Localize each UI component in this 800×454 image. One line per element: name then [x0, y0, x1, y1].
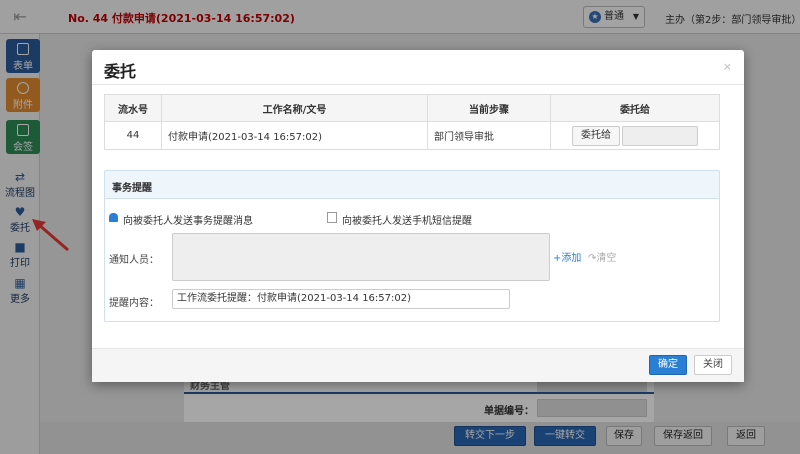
confirm-button[interactable]: 确定	[649, 355, 687, 375]
clear-label: 清空	[596, 253, 617, 264]
send-sms-option[interactable]: 向被委托人发送手机短信提醒	[327, 212, 472, 227]
delegate-to-cell: 委托给	[550, 121, 720, 150]
reminder-content-input[interactable]: 工作流委托提醒：付款申请(2021-03-14 16:57:02)	[172, 289, 510, 309]
work-name-cell: 付款申请(2021-03-14 16:57:02)	[161, 121, 428, 150]
add-people-link[interactable]: +添加	[553, 249, 581, 264]
dialog-header: 委托 ×	[92, 50, 744, 85]
table-header: 当前步骤	[427, 94, 551, 122]
serial-number-cell: 44	[104, 121, 162, 150]
send-sms-label: 向被委托人发送手机短信提醒	[342, 216, 472, 227]
current-step-cell: 部门领导审批	[427, 121, 551, 150]
table-header: 委托给	[550, 94, 720, 122]
close-button[interactable]: 关闭	[694, 355, 732, 375]
sms-checkbox[interactable]	[327, 212, 337, 223]
delegate-dialog: 委托 × 流水号 工作名称/文号 当前步骤 委托给 44 付款申请(2021-0…	[92, 50, 744, 382]
notify-people-label: 通知人员：	[109, 255, 159, 266]
notify-people-field[interactable]	[172, 233, 550, 281]
dialog-footer	[92, 348, 744, 382]
table-header: 流水号	[104, 94, 162, 122]
delegate-to-button[interactable]: 委托给	[572, 125, 620, 146]
reminder-panel-header: 事务提醒	[105, 171, 719, 199]
add-label: 添加	[561, 253, 582, 264]
table-header: 工作名称/文号	[161, 94, 428, 122]
reminder-content-label: 提醒内容：	[109, 298, 159, 309]
delegate-to-input[interactable]	[622, 125, 698, 146]
close-icon[interactable]: ×	[723, 60, 732, 73]
table-row: 44 付款申请(2021-03-14 16:57:02) 部门领导审批 委托给	[104, 121, 720, 150]
dialog-title: 委托	[104, 62, 137, 81]
clear-people-link[interactable]: ↷清空	[588, 249, 616, 264]
send-message-option[interactable]: 向被委托人发送事务提醒消息	[109, 212, 253, 227]
send-message-label: 向被委托人发送事务提醒消息	[123, 216, 253, 227]
work-info-table: 流水号 工作名称/文号 当前步骤 委托给 44 付款申请(2021-03-14 …	[104, 94, 720, 150]
bell-icon	[109, 213, 118, 222]
reminder-panel-title: 事务提醒	[112, 183, 152, 194]
